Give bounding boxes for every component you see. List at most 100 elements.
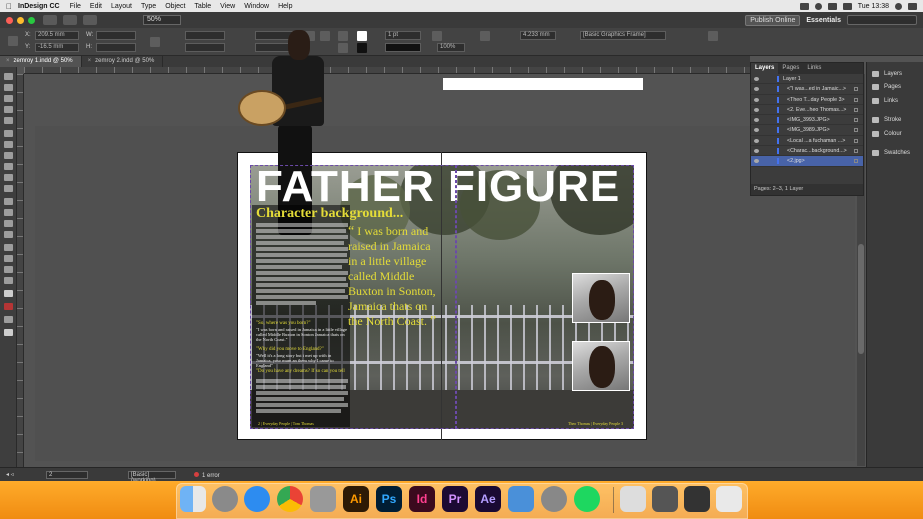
layer-item-row[interactable]: <Theo T...day People 3> bbox=[751, 95, 863, 105]
battery-icon[interactable] bbox=[842, 2, 852, 10]
zoom-level-field[interactable]: 50% bbox=[143, 15, 181, 25]
layer-item-row-selected[interactable]: <2.jpg> bbox=[751, 156, 863, 167]
finder-icon[interactable] bbox=[180, 486, 206, 512]
rectangle-tool-icon[interactable] bbox=[4, 185, 13, 192]
tab-layers[interactable]: Layers bbox=[751, 63, 779, 74]
preflight-profile-field[interactable]: [Basic] (working) bbox=[128, 471, 176, 484]
select-box-icon[interactable] bbox=[854, 149, 858, 154]
fitting-icon[interactable] bbox=[480, 31, 490, 41]
layer-item-row[interactable]: <Local ...a fuchaman ...> bbox=[751, 136, 863, 147]
previous-spread-page[interactable] bbox=[443, 78, 643, 90]
menu-window[interactable]: Window bbox=[244, 3, 269, 10]
help-search-input[interactable] bbox=[847, 15, 917, 25]
select-box-icon[interactable] bbox=[854, 118, 858, 123]
display-icon[interactable] bbox=[799, 2, 809, 10]
eye-icon[interactable] bbox=[754, 77, 759, 81]
workspace-switcher[interactable]: Essentials bbox=[806, 17, 841, 24]
bridge-button[interactable] bbox=[43, 15, 57, 25]
system-preferences-icon[interactable] bbox=[541, 486, 567, 512]
fill-swatch-none-icon[interactable] bbox=[357, 31, 367, 41]
menu-edit[interactable]: Edit bbox=[90, 3, 102, 10]
stroke-type-select[interactable] bbox=[385, 43, 421, 52]
view-options-button[interactable] bbox=[63, 15, 77, 25]
layer-row[interactable]: Layer 1 bbox=[751, 74, 863, 85]
auto-fit-icon[interactable] bbox=[708, 31, 718, 41]
select-box-icon[interactable] bbox=[854, 87, 858, 92]
eyedropper-tool-icon[interactable] bbox=[4, 255, 13, 262]
illustrator-icon[interactable]: Ai bbox=[343, 486, 369, 512]
selection-tool-icon[interactable] bbox=[4, 73, 13, 80]
photoshop-icon[interactable]: Ps bbox=[376, 486, 402, 512]
keynote-icon[interactable] bbox=[508, 486, 534, 512]
page-tool-icon[interactable] bbox=[4, 95, 13, 102]
safari-icon[interactable] bbox=[244, 486, 270, 512]
line-tool-icon[interactable] bbox=[4, 141, 13, 148]
panel-layers[interactable]: Layers bbox=[867, 68, 923, 80]
panel-swatches[interactable]: Swatches bbox=[867, 147, 923, 159]
minimize-window-icon[interactable] bbox=[17, 16, 24, 24]
vertical-ruler[interactable] bbox=[17, 74, 24, 467]
recent-file-2-icon[interactable] bbox=[684, 486, 710, 512]
screen-mode-icon[interactable] bbox=[4, 316, 13, 323]
after-effects-icon[interactable]: Ae bbox=[475, 486, 501, 512]
pen-tool-icon[interactable] bbox=[4, 152, 13, 159]
layer-item-row[interactable]: <IMG_3989.JPG> bbox=[751, 125, 863, 136]
scissors-tool-icon[interactable] bbox=[4, 198, 13, 205]
fill-stroke-icon[interactable] bbox=[4, 290, 13, 297]
page-navigation-arrows[interactable]: ◂ ◃ bbox=[6, 471, 14, 478]
panel-stroke[interactable]: Stroke bbox=[867, 114, 923, 126]
scale-x-field[interactable] bbox=[185, 31, 225, 40]
select-box-icon[interactable] bbox=[854, 107, 858, 112]
tab-links[interactable]: Links bbox=[803, 63, 825, 74]
type-tool-icon[interactable] bbox=[4, 130, 13, 137]
reference-point-icon[interactable] bbox=[8, 36, 18, 46]
select-container-icon[interactable] bbox=[338, 31, 348, 41]
close-tab-icon[interactable]: × bbox=[88, 58, 92, 64]
eye-icon[interactable] bbox=[754, 149, 759, 154]
recent-file-icon[interactable] bbox=[652, 486, 678, 512]
launchpad-icon[interactable] bbox=[212, 486, 238, 512]
rectangle-frame-tool-icon[interactable] bbox=[4, 174, 13, 181]
hand-tool-icon[interactable] bbox=[4, 266, 13, 273]
opacity-field[interactable]: 100% bbox=[437, 43, 465, 52]
select-box-icon[interactable] bbox=[854, 159, 858, 164]
scale-y-field[interactable] bbox=[185, 43, 225, 52]
eye-icon[interactable] bbox=[754, 118, 759, 123]
screen-mode-button[interactable] bbox=[83, 15, 97, 25]
content-collector-icon[interactable] bbox=[4, 117, 13, 124]
horizontal-ruler[interactable] bbox=[24, 67, 750, 74]
tab-zemroy-2[interactable]: × zemroy 2.indd @ 50% bbox=[82, 56, 164, 67]
menu-file[interactable]: File bbox=[70, 3, 81, 10]
zoom-tool-icon[interactable] bbox=[4, 277, 13, 284]
gradient-swatch-tool-icon[interactable] bbox=[4, 220, 13, 227]
height-field[interactable] bbox=[96, 43, 136, 52]
layer-item-row[interactable]: <"I was...ed in Jamaic...> bbox=[751, 84, 863, 95]
eye-icon[interactable] bbox=[754, 138, 759, 143]
apple-menu-icon[interactable]:  bbox=[0, 2, 18, 11]
menu-type[interactable]: Type bbox=[141, 3, 156, 10]
menu-object[interactable]: Object bbox=[165, 3, 185, 10]
stroke-weight-field[interactable]: 1 pt bbox=[385, 31, 421, 40]
corner-size-field[interactable]: 4.233 mm bbox=[520, 31, 556, 40]
object-style-select[interactable]: [Basic Graphics Frame] bbox=[580, 31, 666, 40]
tab-pages[interactable]: Pages bbox=[778, 63, 803, 74]
close-window-icon[interactable] bbox=[6, 16, 13, 24]
pencil-tool-icon[interactable] bbox=[4, 163, 13, 170]
chrome-icon[interactable] bbox=[277, 486, 303, 512]
gap-tool-icon[interactable] bbox=[4, 106, 13, 113]
menu-layout[interactable]: Layout bbox=[111, 3, 132, 10]
eye-icon[interactable] bbox=[754, 159, 759, 164]
preflight-error-status[interactable]: 1 error bbox=[194, 472, 220, 479]
layer-item-row[interactable]: <Charac...background...> bbox=[751, 146, 863, 157]
gradient-feather-tool-icon[interactable] bbox=[4, 231, 13, 238]
panel-links[interactable]: Links bbox=[867, 95, 923, 107]
preview-mode-icon[interactable] bbox=[4, 329, 13, 336]
page-number-field[interactable]: 2 bbox=[46, 471, 88, 479]
select-box-icon[interactable] bbox=[854, 138, 858, 143]
width-field[interactable] bbox=[96, 31, 136, 40]
apply-none-icon[interactable] bbox=[4, 303, 13, 310]
eye-icon[interactable] bbox=[754, 97, 759, 102]
trash-icon[interactable] bbox=[716, 486, 742, 512]
layer-item-row[interactable]: <2. Eve...heo Thomas...> bbox=[751, 105, 863, 116]
timemachine-icon[interactable] bbox=[814, 2, 822, 10]
